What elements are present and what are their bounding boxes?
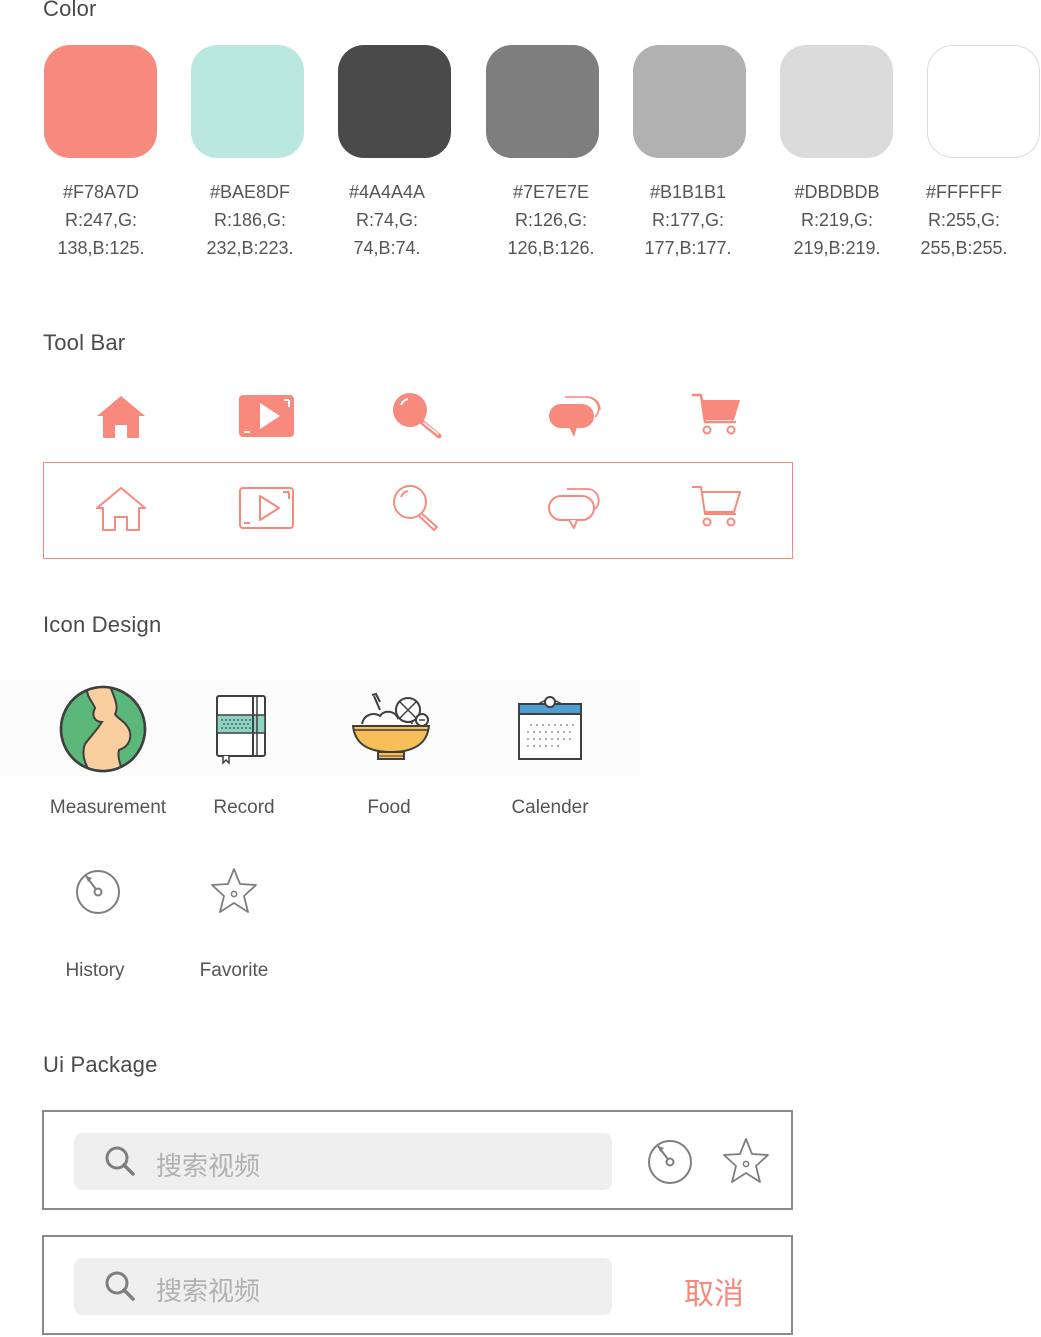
search-toolbar-default: 搜索视频	[42, 1110, 793, 1210]
calendar-label: Calender	[511, 797, 589, 818]
history-label: History	[65, 960, 125, 981]
color-rgb-line2: 232,B:223.	[206, 238, 294, 258]
color-info-mint: #BAE8DF R:186,G: 232,B:223.	[175, 178, 325, 262]
color-hex: #BAE8DF	[209, 182, 291, 202]
favorite-icon[interactable]	[209, 866, 259, 916]
search-toolbar-active: 搜索视频 取消	[42, 1235, 793, 1335]
measurement-icon[interactable]	[57, 684, 149, 776]
color-rgb-line1: R:186,G:	[213, 210, 287, 230]
color-swatch-mint	[191, 45, 304, 158]
icon-design-section-title: Icon Design	[43, 612, 162, 637]
color-section-title: Color	[43, 0, 97, 21]
calendar-icon[interactable]	[515, 694, 585, 762]
food-label: Food	[367, 797, 411, 818]
cart-icon-outline[interactable]	[690, 484, 744, 530]
color-hex: #7E7E7E	[512, 182, 590, 202]
color-hex: #4A4A4A	[348, 182, 426, 202]
cart-icon-filled[interactable]	[690, 392, 744, 438]
color-rgb-line1: R:74,G:	[355, 210, 419, 230]
color-rgb-line1: R:247,G:	[64, 210, 138, 230]
home-icon-outline[interactable]	[93, 484, 149, 534]
color-rgb-line1: R:177,G:	[651, 210, 725, 230]
color-info-coral: #F78A7D R:247,G: 138,B:125.	[26, 178, 176, 262]
favorite-label: Favorite	[199, 960, 269, 981]
record-label: Record	[213, 797, 275, 818]
color-rgb-line2: 177,B:177.	[644, 238, 732, 258]
search-icon-outline[interactable]	[390, 483, 444, 533]
search-input[interactable]: 搜索视频	[74, 1258, 612, 1315]
color-rgb-line2: 126,B:126.	[507, 238, 595, 258]
color-rgb-line2: 74,B:74.	[353, 238, 421, 258]
color-swatch-coral	[44, 45, 157, 158]
record-icon[interactable]	[213, 693, 269, 765]
search-icon	[105, 1146, 135, 1176]
color-hex: #FFFFFF	[926, 182, 1002, 202]
toolbar-section-title: Tool Bar	[43, 330, 126, 355]
cancel-button[interactable]: 取消	[684, 1269, 744, 1313]
color-rgb-line2: 255,B:255.	[920, 238, 1008, 258]
search-icon	[105, 1271, 135, 1301]
color-swatch-lighter-gray	[780, 45, 893, 158]
search-placeholder: 搜索视频	[156, 1277, 261, 1307]
home-icon-filled[interactable]	[93, 392, 149, 442]
color-rgb-line1: R:255,G:	[927, 210, 1001, 230]
search-icon-filled[interactable]	[390, 391, 444, 441]
search-input[interactable]: 搜索视频	[74, 1133, 612, 1190]
color-swatch-gray	[486, 45, 599, 158]
video-icon-outline[interactable]	[238, 485, 296, 531]
color-info-dark-gray: #4A4A4A R:74,G: 74,B:74.	[312, 178, 462, 262]
search-placeholder: 搜索视频	[156, 1152, 261, 1182]
ui-package-section-title: Ui Package	[43, 1052, 158, 1077]
favorite-icon[interactable]	[721, 1136, 771, 1186]
color-info-white: #FFFFFF R:255,G: 255,B:255.	[888, 178, 1040, 262]
video-icon-filled[interactable]	[238, 393, 296, 439]
color-rgb-line2: 138,B:125.	[57, 238, 145, 258]
food-icon[interactable]	[350, 692, 432, 764]
color-swatch-light-gray	[633, 45, 746, 158]
measurement-label: Measurement	[49, 797, 167, 818]
color-rgb-line1: R:126,G:	[514, 210, 588, 230]
color-swatch-white	[927, 45, 1040, 158]
history-icon[interactable]	[646, 1138, 694, 1186]
history-icon[interactable]	[74, 868, 122, 916]
color-info-light-gray: #B1B1B1 R:177,G: 177,B:177.	[613, 178, 763, 262]
color-hex: #F78A7D	[62, 182, 140, 202]
color-hex: #B1B1B1	[649, 182, 727, 202]
color-swatch-dark-gray	[338, 45, 451, 158]
chat-icon-filled[interactable]	[547, 391, 603, 439]
color-info-gray: #7E7E7E R:126,G: 126,B:126.	[476, 178, 626, 262]
chat-icon-outline[interactable]	[547, 483, 603, 531]
